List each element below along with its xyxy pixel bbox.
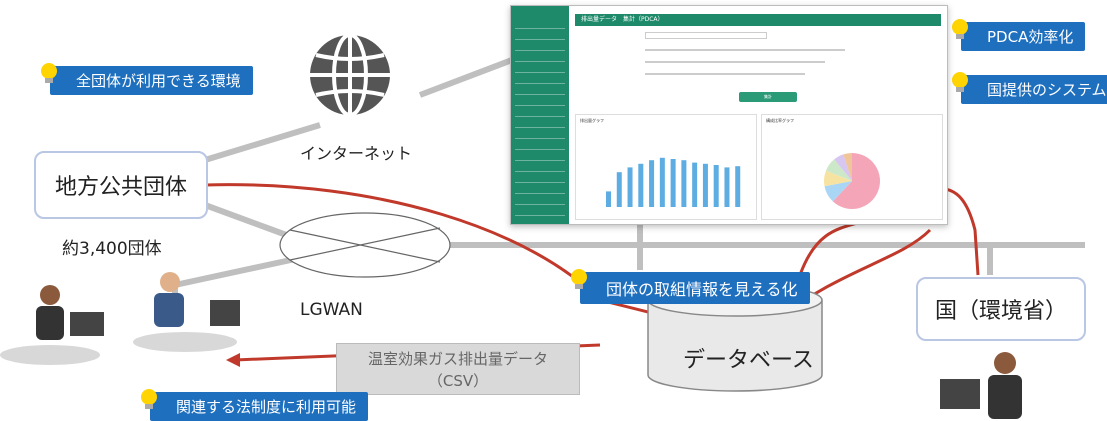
- bar: [627, 167, 633, 207]
- callout-pdca-text: PDCA効率化: [987, 28, 1074, 46]
- bar: [606, 191, 611, 207]
- local-gov-label: 地方公共団体: [54, 175, 187, 200]
- lightbulb-icon: [952, 72, 968, 92]
- internet-label: インターネット: [300, 144, 413, 163]
- local-gov-box: 地方公共団体: [34, 151, 208, 219]
- globe-icon: [310, 33, 390, 117]
- bar: [702, 163, 708, 207]
- callout-legal: 関連する法制度に利用可能: [141, 389, 369, 421]
- lightbulb-icon: [571, 269, 587, 289]
- bar: [713, 165, 719, 207]
- callout-national-system-text: 国提供のシステム: [987, 81, 1107, 99]
- lgwan-label: LGWAN: [300, 300, 363, 320]
- callout-legal-text: 関連する法制度に利用可能: [176, 398, 357, 416]
- bar: [735, 166, 741, 207]
- app-sidebar: [511, 6, 569, 224]
- bar: [649, 160, 655, 207]
- app-form: [575, 32, 941, 80]
- csv-line2: （CSV）: [427, 372, 489, 390]
- bar: [681, 160, 687, 207]
- person-icon: [133, 272, 240, 352]
- bar: [692, 162, 698, 207]
- csv-line1: 温室効果ガス排出量データ: [367, 350, 548, 368]
- person-icon: [940, 352, 1022, 419]
- callout-national-system: 国提供のシステム: [952, 72, 1107, 104]
- app-screenshot: 排出量データ 集計（PDCA） 集計 排出量グラフ 構成比率グラフ: [510, 5, 948, 225]
- official-illustration: [940, 352, 1022, 419]
- bar: [670, 159, 676, 207]
- app-pie-panel: 構成比率グラフ: [761, 114, 943, 220]
- bar: [659, 157, 665, 207]
- callout-visualize: 団体の取組情報を見える化: [571, 269, 810, 304]
- lightbulb-icon: [141, 389, 157, 409]
- lightbulb-icon: [952, 19, 968, 39]
- national-label: 国（環境省）: [934, 299, 1067, 324]
- bar-chart: [606, 157, 741, 207]
- lgwan-cloud: [279, 212, 451, 278]
- lightbulb-icon: [41, 63, 57, 83]
- national-box: 国（環境省）: [916, 277, 1086, 341]
- staff-illustration: [0, 272, 240, 365]
- local-gov-count: 約3,400団体: [62, 239, 162, 259]
- callout-all-orgs: 全団体が利用できる環境: [41, 63, 253, 95]
- callout-pdca: PDCA効率化: [952, 19, 1086, 51]
- bar: [638, 163, 644, 207]
- callout-all-orgs-text: 全団体が利用できる環境: [76, 72, 241, 90]
- bar: [724, 167, 730, 207]
- bar: [616, 172, 622, 207]
- csv-box: 温室効果ガス排出量データ （CSV）: [336, 343, 580, 395]
- person-icon: [0, 285, 104, 365]
- app-bar-panel: 排出量グラフ: [575, 114, 757, 220]
- database-label: データベース: [683, 348, 814, 373]
- app-header: 排出量データ 集計（PDCA）: [575, 14, 941, 26]
- pie-chart: [824, 153, 880, 209]
- app-submit-button[interactable]: 集計: [739, 92, 797, 102]
- callout-visualize-text: 団体の取組情報を見える化: [606, 280, 798, 299]
